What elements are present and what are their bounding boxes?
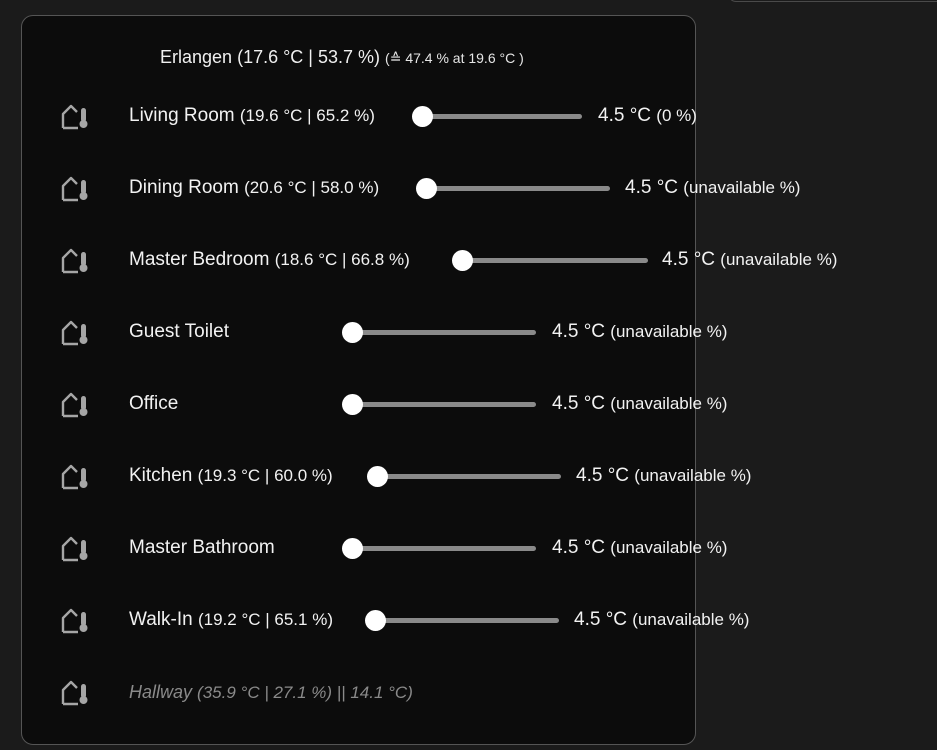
setpoint-slider[interactable] — [412, 106, 582, 127]
room-row-walk-in: Walk-In (19.2 °C | 65.1 %) 4.5 °C (unava… — [0, 600, 937, 640]
slider-track — [377, 474, 561, 479]
setpoint-value: 4.5 °C (unavailable %) — [552, 537, 728, 558]
setpoint-slider[interactable] — [342, 394, 536, 415]
home-thermometer-icon — [61, 680, 88, 706]
slider-track — [352, 330, 536, 335]
slider-thumb[interactable] — [365, 610, 386, 631]
setpoint-value: 4.5 °C (unavailable %) — [552, 393, 728, 414]
room-name[interactable]: Guest Toilet — [129, 321, 229, 343]
slider-thumb[interactable] — [342, 538, 363, 559]
setpoint-slider[interactable] — [365, 610, 559, 631]
equivalent-humidity: (≙ 47.4 % at 19.6 °C ) — [385, 50, 524, 66]
setpoint-slider[interactable] — [367, 466, 561, 487]
home-thermometer-icon — [61, 104, 88, 130]
home-thermometer-icon — [61, 608, 88, 634]
room-row-kitchen: Kitchen (19.3 °C | 60.0 %) 4.5 °C (unava… — [0, 456, 937, 496]
home-thermometer-icon — [61, 320, 88, 346]
slider-thumb[interactable] — [416, 178, 437, 199]
setpoint-value: 4.5 °C (0 %) — [598, 105, 697, 126]
slider-thumb[interactable] — [412, 106, 433, 127]
room-name[interactable]: Master Bedroom (18.6 °C | 66.8 %) — [129, 249, 410, 271]
setpoint-value: 4.5 °C (unavailable %) — [662, 249, 838, 270]
home-thermometer-icon — [61, 392, 88, 418]
room-row-hallway: Hallway (35.9 °C | 27.1 %) || 14.1 °C) — [0, 672, 937, 712]
slider-track — [352, 402, 536, 407]
room-name[interactable]: Dining Room (20.6 °C | 58.0 %) — [129, 177, 379, 199]
room-row-master-bedroom: Master Bedroom (18.6 °C | 66.8 %) 4.5 °C… — [0, 240, 937, 280]
setpoint-value: 4.5 °C (unavailable %) — [552, 321, 728, 342]
card-header: Erlangen (17.6 °C | 53.7 %) (≙ 47.4 % at… — [160, 45, 524, 70]
slider-track — [422, 114, 582, 119]
room-row-guest-toilet: Guest Toilet 4.5 °C (unavailable %) — [0, 312, 937, 352]
room-row-living-room: Living Room (19.6 °C | 65.2 %) 4.5 °C (0… — [0, 96, 937, 136]
outdoor-reading: (17.6 °C | 53.7 %) — [237, 47, 381, 67]
home-thermometer-icon — [61, 464, 88, 490]
room-name[interactable]: Office — [129, 393, 178, 415]
slider-track — [462, 258, 648, 263]
home-thermometer-icon — [61, 536, 88, 562]
room-row-master-bathroom: Master Bathroom 4.5 °C (unavailable %) — [0, 528, 937, 568]
slider-track — [352, 546, 536, 551]
room-name[interactable]: Hallway (35.9 °C | 27.1 %) || 14.1 °C) — [129, 681, 413, 704]
room-name[interactable]: Living Room (19.6 °C | 65.2 %) — [129, 105, 375, 127]
setpoint-slider[interactable] — [342, 322, 536, 343]
slider-thumb[interactable] — [452, 250, 473, 271]
room-name[interactable]: Walk-In (19.2 °C | 65.1 %) — [129, 609, 333, 631]
setpoint-slider[interactable] — [342, 538, 536, 559]
setpoint-value: 4.5 °C (unavailable %) — [574, 609, 750, 630]
room-row-dining-room: Dining Room (20.6 °C | 58.0 %) 4.5 °C (u… — [0, 168, 937, 208]
slider-thumb[interactable] — [342, 322, 363, 343]
slider-track — [375, 618, 559, 623]
room-row-office: Office 4.5 °C (unavailable %) — [0, 384, 937, 424]
setpoint-slider[interactable] — [452, 250, 648, 271]
slider-track — [426, 186, 610, 191]
location-name: Erlangen — [160, 47, 233, 67]
room-name[interactable]: Kitchen (19.3 °C | 60.0 %) — [129, 465, 333, 487]
setpoint-value: 4.5 °C (unavailable %) — [576, 465, 752, 486]
home-thermometer-icon — [61, 176, 88, 202]
setpoint-slider[interactable] — [416, 178, 610, 199]
slider-thumb[interactable] — [342, 394, 363, 415]
slider-thumb[interactable] — [367, 466, 388, 487]
room-name[interactable]: Master Bathroom — [129, 537, 275, 559]
adjacent-card-edge — [728, 0, 937, 2]
setpoint-value: 4.5 °C (unavailable %) — [625, 177, 801, 198]
home-thermometer-icon — [61, 248, 88, 274]
